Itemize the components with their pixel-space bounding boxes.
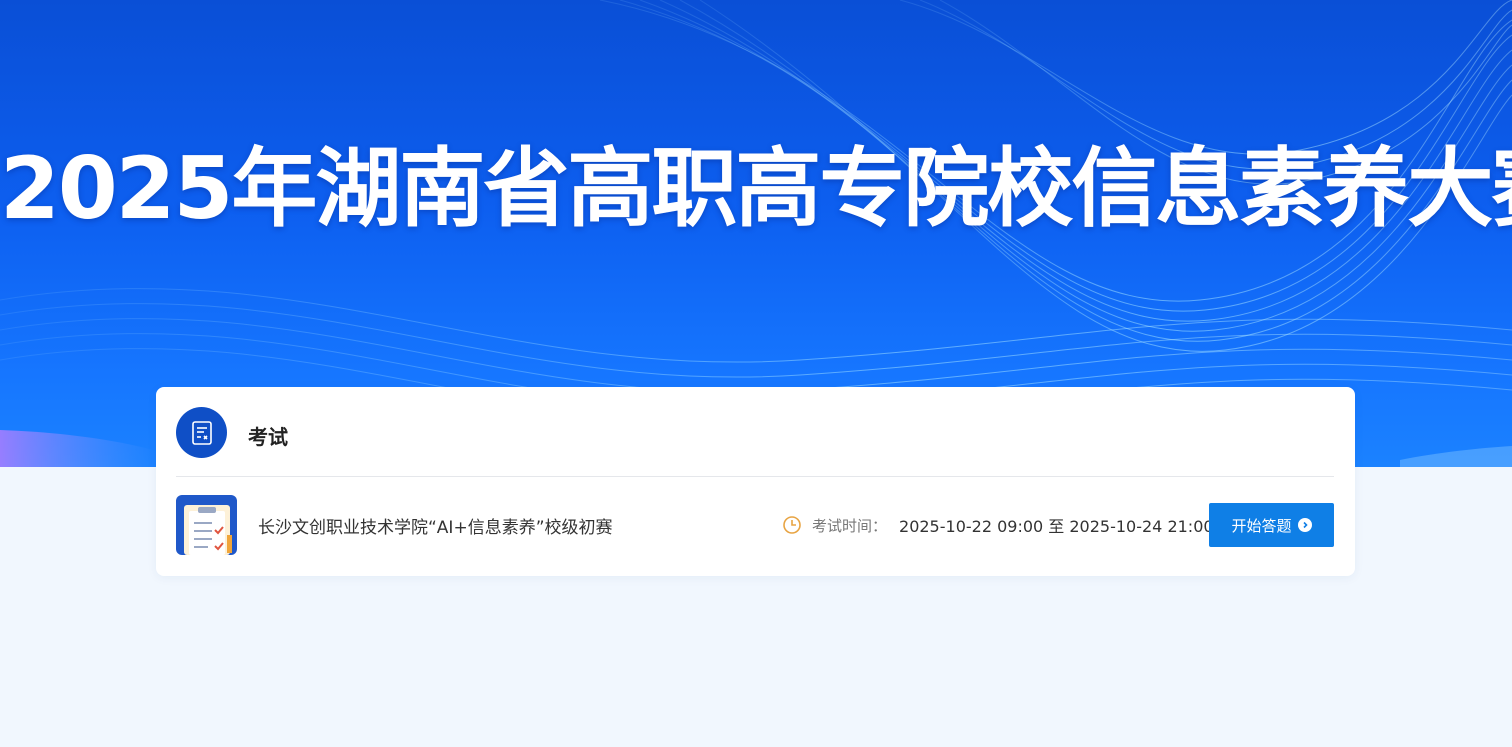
- exam-time-value: 2025-10-22 09:00 至 2025-10-24 21:00: [899, 517, 1214, 536]
- chevron-right-icon: [1297, 518, 1312, 532]
- exam-time: 考试时间： 2025-10-22 09:00 至 2025-10-24 21:0…: [782, 514, 1214, 536]
- section-title: 考试: [248, 425, 288, 449]
- exam-document-icon: [176, 407, 227, 458]
- start-exam-button-label: 开始答题: [1231, 516, 1292, 535]
- start-exam-button[interactable]: 开始答题: [1209, 503, 1334, 547]
- exam-thumbnail-icon: [176, 495, 237, 555]
- exam-time-label: 考试时间：: [812, 516, 888, 535]
- banner-title: 2025年湖南省高职高专院校信息素养大赛: [0, 139, 1512, 239]
- exam-card: 考试 长沙文创职业技术学院“AI+信息素养”校级初赛 考试时间： 2025-10…: [156, 387, 1355, 576]
- exam-title: 长沙文创职业技术学院“AI+信息素养”校级初赛: [258, 518, 613, 538]
- clock-icon: [782, 515, 802, 535]
- card-header: 考试: [176, 407, 1334, 477]
- exam-list-item: 长沙文创职业技术学院“AI+信息素养”校级初赛 考试时间： 2025-10-22…: [176, 495, 1334, 555]
